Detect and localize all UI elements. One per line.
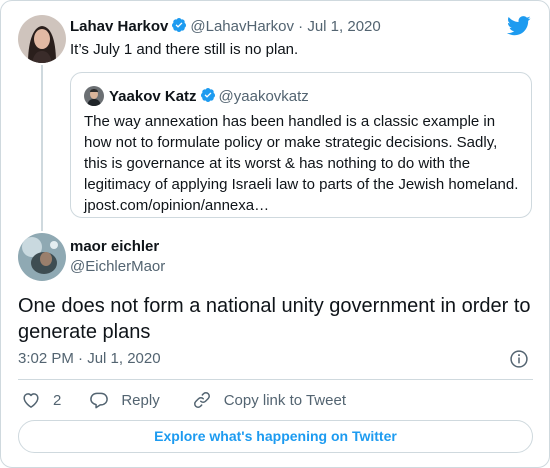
divider bbox=[18, 379, 533, 380]
reply-label: Reply bbox=[121, 391, 160, 409]
embedded-tweet-card: Lahav Harkov @LahavHarkov · Jul 1, 2020 I… bbox=[0, 0, 550, 468]
tweet-actions: 2 Reply Copy link to Tweet bbox=[21, 390, 378, 410]
info-icon[interactable] bbox=[509, 349, 529, 369]
handle-and-date[interactable]: @LahavHarkov · Jul 1, 2020 bbox=[190, 18, 380, 35]
copy-link-button[interactable]: Copy link to Tweet bbox=[192, 390, 346, 410]
copy-link-label: Copy link to Tweet bbox=[223, 391, 346, 409]
main-tweet-text: One does not form a national unity gover… bbox=[18, 293, 538, 345]
twitter-bird-icon[interactable] bbox=[507, 16, 531, 36]
thread-connector-line bbox=[41, 65, 43, 231]
author-name[interactable]: Lahav Harkov bbox=[70, 18, 168, 35]
verified-badge-icon bbox=[200, 87, 216, 103]
avatar-photo bbox=[18, 233, 66, 281]
author-name[interactable]: maor eichler bbox=[70, 238, 165, 255]
speech-bubble-icon bbox=[90, 392, 109, 409]
quoted-line: The way annexation has been handled is a… bbox=[84, 113, 496, 130]
explore-twitter-button[interactable]: Explore what's happening on Twitter bbox=[18, 420, 533, 453]
quoted-link[interactable]: jpost.com/opinion/annexa… bbox=[84, 195, 524, 216]
avatar bbox=[84, 86, 104, 106]
quoted-author-name: Yaakov Katz bbox=[109, 88, 197, 105]
quoted-tweet-header: Yaakov Katz @yaakovkatz bbox=[84, 86, 309, 106]
author-handle[interactable]: @EichlerMaor bbox=[70, 258, 165, 275]
parent-tweet-text: It’s July 1 and there still is no plan. bbox=[70, 41, 299, 58]
link-icon bbox=[193, 392, 210, 408]
heart-icon bbox=[23, 393, 39, 408]
main-tweet-line: One does not form a national unity gover… bbox=[18, 295, 531, 317]
main-tweet-line: generate plans bbox=[18, 321, 151, 343]
like-button[interactable]: 2 bbox=[21, 390, 61, 410]
avatar[interactable] bbox=[18, 233, 66, 281]
quoted-line: how not to formulate policy or make stra… bbox=[84, 134, 498, 151]
quoted-line: legitimacy of applying Israeli law to pa… bbox=[84, 176, 519, 193]
quoted-tweet[interactable]: Yaakov Katz @yaakovkatz The way annexatio… bbox=[70, 72, 532, 218]
quoted-line: this is governance at its worst & has no… bbox=[84, 155, 471, 172]
like-count: 2 bbox=[53, 391, 62, 409]
tweet-timestamp[interactable]: 3:02 PM · Jul 1, 2020 bbox=[18, 350, 161, 367]
quoted-tweet-text: The way annexation has been handled is a… bbox=[84, 111, 524, 216]
reply-button[interactable]: Reply bbox=[89, 390, 160, 410]
main-tweet-header: maor eichler @EichlerMaor bbox=[70, 238, 165, 275]
verified-badge-icon bbox=[171, 17, 187, 33]
avatar[interactable] bbox=[18, 15, 66, 63]
quoted-handle: @yaakovkatz bbox=[218, 88, 309, 105]
parent-tweet-header: Lahav Harkov @LahavHarkov · Jul 1, 2020 bbox=[70, 17, 381, 35]
avatar-photo bbox=[18, 15, 66, 63]
